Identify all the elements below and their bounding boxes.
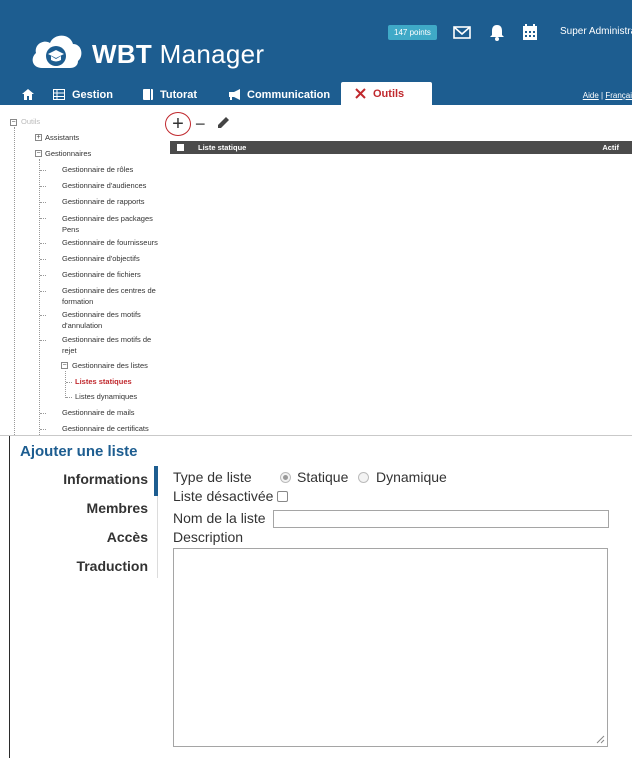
name-input[interactable] xyxy=(273,510,609,528)
mail-icon[interactable] xyxy=(452,22,472,42)
minus-icon: − xyxy=(195,114,206,134)
grid-col-active[interactable]: Actif xyxy=(602,143,619,152)
tree-node-listes[interactable]: Gestionnaire des listes xyxy=(72,361,148,370)
radio-statique[interactable] xyxy=(280,472,291,483)
tree-node-listes-dynamiques[interactable]: Listes dynamiques xyxy=(75,392,137,401)
tools-tree: − Outils + Assistants − Gestionnaires Ge… xyxy=(0,105,165,435)
grid-col-name[interactable]: Liste statique xyxy=(198,143,246,152)
remove-button[interactable]: − xyxy=(195,114,206,135)
nav-gestion[interactable]: Gestion xyxy=(53,84,113,105)
tree-node-fichiers[interactable]: Gestionnaire de fichiers xyxy=(62,270,141,279)
tree-node-fournisseurs[interactable]: Gestionnaire de fournisseurs xyxy=(62,238,158,247)
book-icon xyxy=(143,89,153,100)
radio-dynamique-label[interactable]: Dynamique xyxy=(376,469,447,485)
megaphone-icon xyxy=(229,89,240,100)
home-icon xyxy=(22,89,34,100)
tree-collapse-root[interactable]: − xyxy=(10,119,17,126)
tree-expand-assistants[interactable]: + xyxy=(35,134,42,141)
calendar-icon[interactable] xyxy=(520,22,540,42)
description-label: Description xyxy=(173,529,244,545)
nav-tutorat[interactable]: Tutorat xyxy=(143,84,197,105)
left-border xyxy=(9,436,10,758)
tree-node-listes-statiques[interactable]: Listes statiques xyxy=(75,377,132,386)
form-title: Ajouter une liste xyxy=(20,443,138,460)
resize-grip-icon[interactable] xyxy=(596,735,605,744)
tree-node-audiences[interactable]: Gestionnaire d'audiences xyxy=(62,181,146,190)
app-header: WBT Manager 147 points Super Administrat… xyxy=(0,0,632,105)
tree-node-certificats[interactable]: Gestionnaire de certificats xyxy=(62,424,149,433)
tree-node-roles[interactable]: Gestionnaire de rôles xyxy=(62,165,133,174)
tab-separator xyxy=(157,496,158,578)
tree-node-objectifs[interactable]: Gestionnaire d'objectifs xyxy=(62,254,140,263)
nav-right-links: Aide | Françai xyxy=(583,91,632,100)
plus-icon: + xyxy=(172,113,184,135)
help-link[interactable]: Aide xyxy=(583,91,599,100)
app-logo-text: WBT Manager xyxy=(92,39,265,69)
main-nav: Gestion Tutorat Communication Outils Aid… xyxy=(0,80,632,105)
disabled-checkbox[interactable] xyxy=(277,491,288,502)
tree-node-assistants[interactable]: Assistants xyxy=(45,133,79,142)
tab-active-indicator xyxy=(154,466,158,496)
user-name[interactable]: Super Administrato xyxy=(560,26,632,37)
tab-traduction[interactable]: Traduction xyxy=(76,558,148,574)
tab-membres[interactable]: Membres xyxy=(87,500,148,516)
tree-node-root[interactable]: Outils xyxy=(21,117,40,126)
tree-node-centres-formation[interactable]: Gestionnaire des centres de formation xyxy=(62,285,162,307)
logo-cloud-icon xyxy=(32,35,82,68)
grid-header: Liste statique Actif xyxy=(170,141,632,154)
tree-node-gestionnaires[interactable]: Gestionnaires xyxy=(45,149,91,158)
nav-separator: | xyxy=(601,91,604,100)
tools-icon xyxy=(355,88,366,99)
tree-collapse-gestionnaires[interactable]: − xyxy=(35,150,42,157)
radio-dynamique[interactable] xyxy=(358,472,369,483)
disabled-label: Liste désactivée xyxy=(173,488,274,504)
grid-select-all-checkbox[interactable] xyxy=(177,144,184,151)
tree-node-rapports[interactable]: Gestionnaire de rapports xyxy=(62,197,145,206)
radio-statique-label[interactable]: Statique xyxy=(297,469,348,485)
tree-node-motifs-rejet[interactable]: Gestionnaire des motifs de rejet xyxy=(62,334,162,356)
table-icon xyxy=(53,89,65,100)
tree-collapse-listes[interactable]: − xyxy=(61,362,68,369)
tree-line xyxy=(39,159,40,435)
name-label: Nom de la liste xyxy=(173,510,266,526)
type-label: Type de liste xyxy=(173,469,252,485)
tree-line xyxy=(14,127,15,435)
description-textarea[interactable] xyxy=(173,548,608,747)
tree-node-motifs-annulation[interactable]: Gestionnaire des motifs d'annulation xyxy=(62,309,162,331)
pencil-icon[interactable] xyxy=(217,116,230,129)
nav-home[interactable] xyxy=(22,84,34,105)
tab-acces[interactable]: Accès xyxy=(107,529,148,545)
tab-informations[interactable]: Informations xyxy=(63,471,148,487)
panel-divider xyxy=(0,435,632,436)
language-link[interactable]: Françai xyxy=(605,91,632,100)
points-badge[interactable]: 147 points xyxy=(388,25,437,40)
bell-icon[interactable] xyxy=(487,22,507,42)
nav-communication[interactable]: Communication xyxy=(227,84,330,105)
add-button[interactable]: + xyxy=(165,112,191,136)
nav-outils[interactable]: Outils xyxy=(341,82,433,105)
tree-node-packages-pens[interactable]: Gestionnaire des packages Pens xyxy=(62,213,162,235)
tree-node-mails[interactable]: Gestionnaire de mails xyxy=(62,408,135,417)
